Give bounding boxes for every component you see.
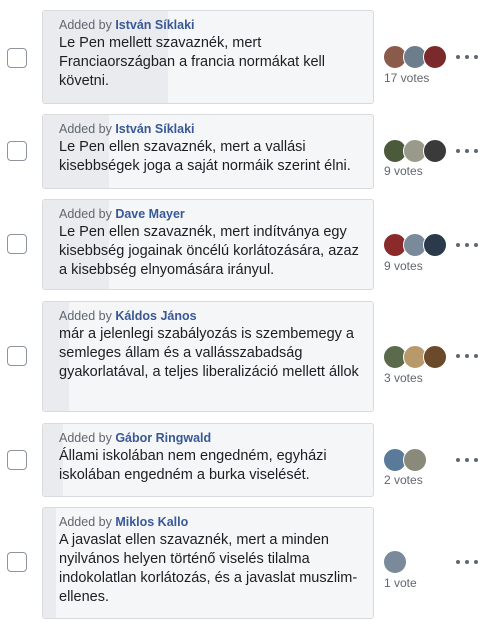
author-link[interactable]: Káldos János [115,309,196,323]
added-by-prefix: Added by [59,431,112,445]
more-options-icon[interactable] [456,241,478,249]
added-by-prefix: Added by [59,122,112,136]
avatar[interactable] [403,448,427,472]
more-options-icon[interactable] [456,147,478,155]
vote-share-bar [43,508,57,618]
option-text: Le Pen mellett szavaznék, mert Franciaor… [59,35,325,89]
option-checkbox[interactable] [7,552,27,572]
author-link[interactable]: Gábor Ringwald [115,431,211,445]
option-text: már a jelenlegi szabályozás is szembemeg… [59,326,359,380]
option-card[interactable]: Added by Dave Mayer Le Pen ellen szavazn… [42,199,374,290]
avatar[interactable] [423,233,447,257]
vote-count[interactable]: 9 votes [384,164,423,178]
option-checkbox[interactable] [7,450,27,470]
added-by-line: Added by Káldos János [59,308,359,325]
added-by-line: Added by Gábor Ringwald [59,430,359,447]
vote-count[interactable]: 3 votes [384,371,423,385]
vote-count[interactable]: 1 vote [384,576,417,590]
more-options-icon[interactable] [456,53,478,61]
more-options-icon[interactable] [456,558,478,566]
author-link[interactable]: István Síklaki [115,122,194,136]
option-card[interactable]: Added by István Síklaki Le Pen ellen sza… [42,114,374,189]
voter-avatars[interactable] [383,448,427,472]
option-card[interactable]: Added by Gábor Ringwald Állami iskolában… [42,423,374,497]
avatar[interactable] [423,345,447,369]
added-by-prefix: Added by [59,309,112,323]
voter-avatars[interactable] [383,550,407,574]
voter-avatars[interactable] [383,45,447,69]
vote-count[interactable]: 9 votes [384,259,423,273]
avatar[interactable] [423,45,447,69]
added-by-line: Added by Dave Mayer [59,206,359,223]
option-checkbox[interactable] [7,141,27,161]
option-text: A javaslat ellen szavaznék, mert a minde… [59,532,358,605]
author-link[interactable]: Dave Mayer [115,207,185,221]
vote-count[interactable]: 2 votes [384,473,423,487]
added-by-line: Added by István Síklaki [59,121,359,138]
added-by-line: Added by István Síklaki [59,17,359,34]
option-text: Állami iskolában nem engedném, egyházi i… [59,448,327,483]
option-checkbox[interactable] [7,48,27,68]
option-card[interactable]: Added by Miklos Kallo A javaslat ellen s… [42,507,374,619]
more-options-icon[interactable] [456,352,478,360]
vote-count[interactable]: 17 votes [384,71,429,85]
author-link[interactable]: István Síklaki [115,18,194,32]
added-by-prefix: Added by [59,18,112,32]
option-checkbox[interactable] [7,234,27,254]
added-by-prefix: Added by [59,207,112,221]
option-card[interactable]: Added by Káldos János már a jelenlegi sz… [42,301,374,412]
author-link[interactable]: Miklos Kallo [115,515,188,529]
option-checkbox[interactable] [7,346,27,366]
option-text: Le Pen ellen szavaznék, mert indítványa … [59,224,359,278]
more-options-icon[interactable] [456,456,478,464]
avatar[interactable] [423,139,447,163]
voter-avatars[interactable] [383,233,447,257]
option-card[interactable]: Added by István Síklaki Le Pen mellett s… [42,10,374,104]
voter-avatars[interactable] [383,345,447,369]
option-text: Le Pen ellen szavaznék, mert a vallási k… [59,139,351,174]
added-by-prefix: Added by [59,515,112,529]
added-by-line: Added by Miklos Kallo [59,514,359,531]
voter-avatars[interactable] [383,139,447,163]
avatar[interactable] [383,550,407,574]
